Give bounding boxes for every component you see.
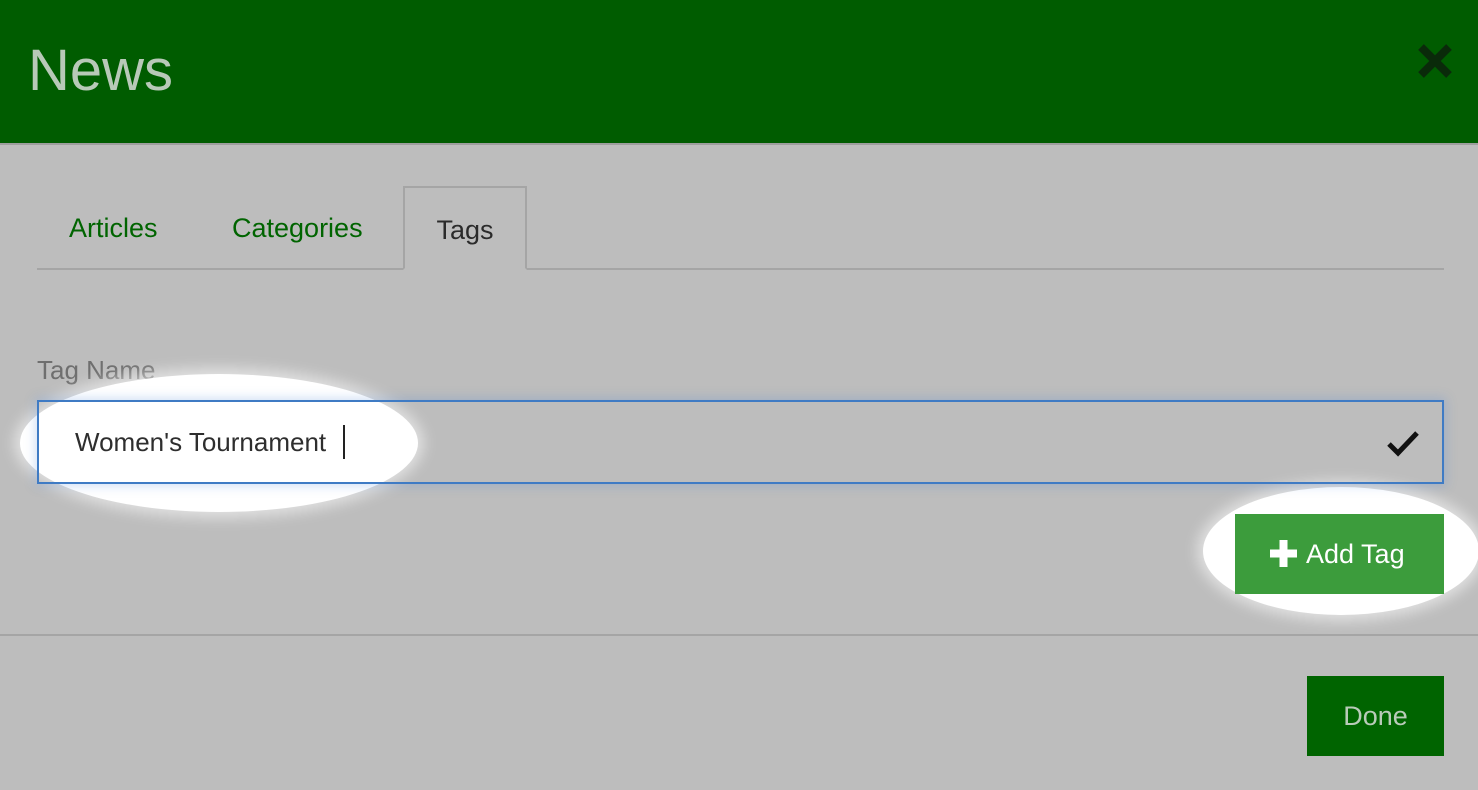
tag-name-value[interactable]: Women's Tournament — [75, 424, 326, 460]
close-icon — [1418, 44, 1452, 78]
dialog-title: News — [28, 38, 174, 103]
close-button[interactable] — [1414, 40, 1456, 82]
checkmark-icon — [1387, 431, 1419, 457]
tab-tags[interactable]: Tags — [403, 186, 527, 270]
add-tag-button[interactable]: Add Tag — [1235, 514, 1444, 594]
tab-categories[interactable]: Categories — [232, 186, 363, 268]
add-tag-label: Add Tag — [1306, 539, 1405, 569]
footer-divider — [0, 634, 1478, 636]
tab-bar-underline — [37, 268, 1444, 270]
tab-articles[interactable]: Articles — [69, 186, 158, 268]
dialog-header: News — [0, 0, 1478, 145]
done-button[interactable]: Done — [1307, 676, 1444, 756]
text-caret — [343, 425, 345, 459]
plus-icon — [1270, 540, 1297, 567]
tab-bar: Articles Categories Tags — [37, 186, 1444, 270]
